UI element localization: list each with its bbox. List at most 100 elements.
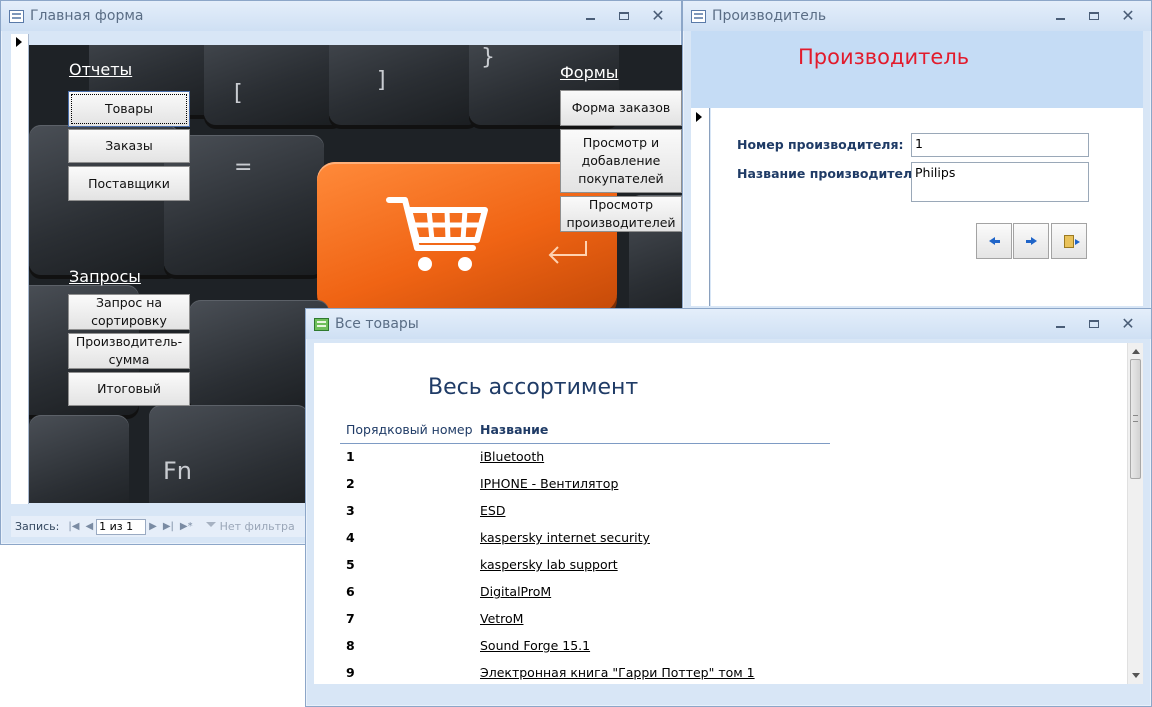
current-record-icon xyxy=(16,37,22,47)
row-number: 7 xyxy=(346,611,355,626)
manufacturer-titlebar[interactable]: Производитель ✕ xyxy=(683,1,1151,31)
minimize-icon xyxy=(1055,326,1065,328)
record-label: Запись: xyxy=(15,520,60,533)
arrow-shaft xyxy=(994,239,1000,243)
manufacturer-name-field[interactable]: Philips xyxy=(911,162,1089,202)
customers-form-button[interactable]: Просмотр и добавление покупателей xyxy=(560,129,682,193)
exit-door-icon xyxy=(1064,234,1080,248)
orders-form-button[interactable]: Форма заказов xyxy=(560,90,682,126)
record-navigation-bar: Запись: |◀ ◀ 1 из 1 ▶ ▶| ▶* Нет фильтра xyxy=(11,516,311,537)
record-selector[interactable] xyxy=(11,34,29,504)
maximize-button[interactable] xyxy=(607,6,641,26)
row-product-name[interactable]: kaspersky internet security xyxy=(480,530,650,545)
close-icon: ✕ xyxy=(651,6,665,25)
next-record-icon[interactable]: ▶ xyxy=(149,521,157,532)
reports-section-label: Отчеты xyxy=(69,60,133,79)
maximize-icon xyxy=(1089,320,1099,328)
orders-report-button[interactable]: Заказы xyxy=(68,129,190,163)
queries-section-label: Запросы xyxy=(69,267,141,286)
maximize-icon xyxy=(1089,12,1099,20)
vertical-scrollbar[interactable] xyxy=(1127,343,1143,684)
shopping-cart-icon xyxy=(386,197,488,271)
key-label: } xyxy=(481,45,495,70)
products-report-titlebar[interactable]: Все товары ✕ xyxy=(306,309,1151,339)
manufacturer-window-title: Производитель xyxy=(712,8,827,24)
manufacturer-window: Производитель ✕ Производитель Номер прои… xyxy=(682,0,1152,310)
key-label: Fn xyxy=(163,457,193,485)
main-form-title: Главная форма xyxy=(30,8,144,24)
grip-icon xyxy=(1133,415,1138,422)
row-number: 9 xyxy=(346,665,355,680)
header-divider xyxy=(340,443,830,444)
close-button[interactable]: ✕ xyxy=(641,6,675,26)
products-report-window: Все товары ✕ Весь ассортимент Порядковый… xyxy=(305,308,1152,707)
report-icon xyxy=(314,317,329,331)
close-button[interactable]: ✕ xyxy=(1111,6,1145,26)
row-number: 1 xyxy=(346,449,355,464)
manufacturer-form-header: Производитель xyxy=(691,31,1143,108)
key-image: [ xyxy=(204,45,344,125)
row-product-name[interactable]: kaspersky lab support xyxy=(480,557,618,572)
manufacturer-sum-query-button[interactable]: Производитель-сумма xyxy=(68,333,190,369)
close-button[interactable]: ✕ xyxy=(1111,314,1145,334)
minimize-button[interactable] xyxy=(573,6,607,26)
manufacturer-number-field[interactable]: 1 xyxy=(911,133,1089,157)
next-record-button[interactable] xyxy=(1013,223,1049,259)
row-product-name[interactable]: VetroM xyxy=(480,611,523,626)
enter-arrow-icon xyxy=(548,241,587,264)
column-header-number: Порядковый номер xyxy=(346,422,473,437)
previous-record-button[interactable] xyxy=(976,223,1012,259)
maximize-button[interactable] xyxy=(1077,6,1111,26)
row-number: 4 xyxy=(346,530,355,545)
suppliers-report-button[interactable]: Поставщики xyxy=(68,166,190,201)
key-image: ] xyxy=(329,45,479,125)
arrow-right-icon xyxy=(1030,237,1037,245)
row-product-name[interactable]: ESD xyxy=(480,503,505,518)
key-label: ] xyxy=(377,68,386,93)
filter-status: Нет фильтра xyxy=(219,520,295,533)
current-record-field[interactable]: 1 из 1 xyxy=(96,518,147,535)
current-record-icon xyxy=(696,112,702,122)
report-page: Весь ассортимент Порядковый номер Назван… xyxy=(314,343,1135,684)
row-number: 8 xyxy=(346,638,355,653)
close-form-button[interactable] xyxy=(1051,223,1087,259)
manufacturer-number-label: Номер производителя: xyxy=(737,137,904,152)
row-number: 5 xyxy=(346,557,355,572)
key-label: [ xyxy=(234,81,243,106)
forms-section-label: Формы xyxy=(560,63,619,82)
record-selector[interactable] xyxy=(691,108,710,306)
key-image xyxy=(29,415,129,503)
close-icon: ✕ xyxy=(1121,314,1135,333)
filter-icon xyxy=(205,521,216,532)
maximize-icon xyxy=(619,12,629,20)
row-product-name[interactable]: DigitalProM xyxy=(480,584,551,599)
row-product-name[interactable]: Sound Forge 15.1 xyxy=(480,638,590,653)
scroll-up-icon[interactable] xyxy=(1132,349,1140,354)
main-form-titlebar[interactable]: Главная форма ✕ xyxy=(1,1,681,31)
scroll-thumb[interactable] xyxy=(1130,359,1141,479)
new-record-icon[interactable]: ▶* xyxy=(180,521,193,532)
column-header-name: Название xyxy=(480,422,549,437)
scroll-down-icon[interactable] xyxy=(1132,673,1140,678)
row-product-name[interactable]: IPHONE - Вентилятор xyxy=(480,476,618,491)
form-icon xyxy=(691,9,706,23)
row-product-name[interactable]: iBluetooth xyxy=(480,449,544,464)
total-query-button[interactable]: Итоговый xyxy=(68,372,190,406)
minimize-button[interactable] xyxy=(1043,314,1077,334)
manufacturers-form-button[interactable]: Просмотр производителей xyxy=(560,196,682,232)
last-record-icon[interactable]: ▶| xyxy=(163,521,174,532)
row-product-name[interactable]: Электронная книга "Гарри Поттер" том 1 xyxy=(480,665,755,680)
prev-record-icon[interactable]: ◀ xyxy=(85,521,93,532)
manufacturer-form-heading: Производитель xyxy=(798,45,970,69)
row-number: 6 xyxy=(346,584,355,599)
sort-query-button[interactable]: Запрос на сортировку xyxy=(68,294,190,330)
form-icon xyxy=(9,9,24,23)
first-record-icon[interactable]: |◀ xyxy=(68,521,79,532)
filter-toggle[interactable]: Нет фильтра xyxy=(205,520,295,533)
row-number: 2 xyxy=(346,476,355,491)
key-image: Fn xyxy=(149,405,309,503)
maximize-button[interactable] xyxy=(1077,314,1111,334)
manufacturer-name-label: Название производителя: xyxy=(737,166,926,181)
products-report-button[interactable]: Товары xyxy=(68,91,190,127)
minimize-button[interactable] xyxy=(1043,6,1077,26)
